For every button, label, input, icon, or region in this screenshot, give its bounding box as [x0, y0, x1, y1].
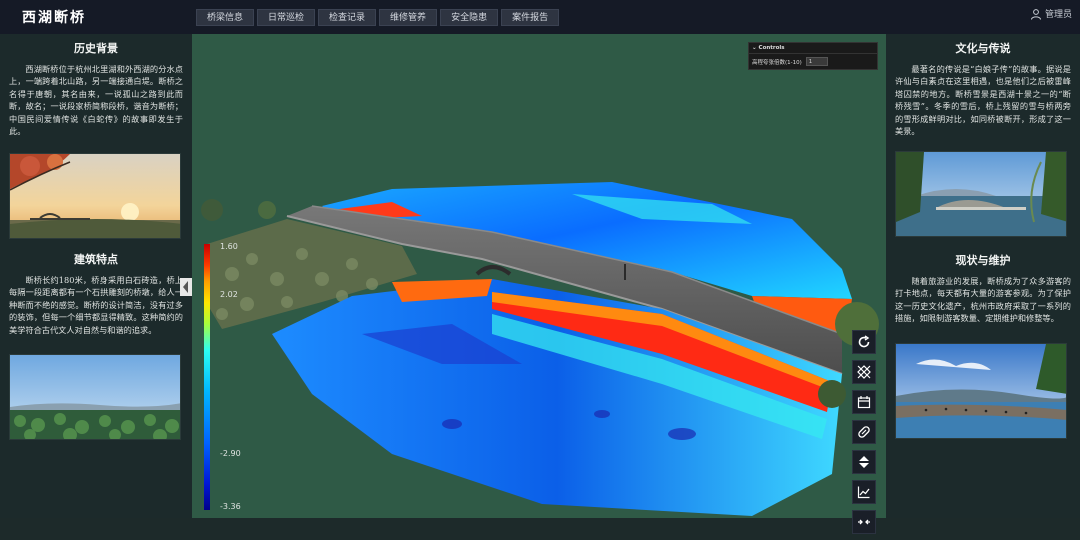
history-text: 西湖断桥位于杭州北里湖和外西湖的分水点上，一端跨着北山路，另一端接通白堤。断桥之…: [9, 64, 183, 137]
elevation-colorbar: [204, 244, 210, 510]
compress-button[interactable]: [852, 510, 876, 534]
collapse-left-arrow-icon[interactable]: [180, 278, 192, 296]
user-menu[interactable]: 管理员: [1030, 7, 1072, 20]
feature-photo: [9, 354, 181, 440]
status-text: 随着旅游业的发展，断桥成为了众多游客的打卡地点，每天都有大量的游客参观。为了保护…: [895, 276, 1071, 324]
culture-photo: [895, 151, 1067, 237]
nav-case-reports[interactable]: 案件报告: [501, 9, 560, 26]
nav-check-records[interactable]: 检查记录: [318, 9, 377, 26]
elevation-exaggeration-label: 高程夸张倍数(1-10): [752, 59, 802, 66]
chart-icon: [857, 486, 870, 499]
chart-button[interactable]: [852, 480, 876, 504]
controls-header[interactable]: ⌄ Controls: [749, 43, 877, 54]
vertical-resize-button[interactable]: [852, 450, 876, 474]
status-photo: [895, 343, 1067, 439]
ruler-icon: [858, 426, 870, 438]
vertical-resize-icon: [859, 456, 869, 468]
measure-button[interactable]: [852, 420, 876, 444]
rotate-button[interactable]: [852, 330, 876, 354]
3d-viewer[interactable]: [192, 34, 886, 518]
rotate-icon: [858, 335, 870, 348]
colorbar-label-min: -3.36: [220, 502, 241, 511]
nav-maintenance[interactable]: 维修管养: [379, 9, 438, 26]
controls-panel: ⌄ Controls 高程夸张倍数(1-10) 1: [748, 42, 878, 70]
main-nav: 桥梁信息 日常巡检 检查记录 维修管养 安全隐患 案件报告: [196, 9, 560, 26]
culture-title: 文化与传说: [955, 42, 1011, 55]
user-name: 管理员: [1044, 10, 1072, 20]
viewer-toolbar: [852, 330, 878, 540]
calendar-icon: [857, 396, 871, 409]
top-bar: 西湖断桥 桥梁信息 日常巡检 检查记录 维修管养 安全隐患 案件报告 管理员: [0, 0, 1080, 34]
colorbar-label-3: -2.90: [220, 449, 241, 458]
status-title: 现状与维护: [955, 254, 1011, 267]
nav-daily-inspection[interactable]: 日常巡检: [257, 9, 316, 26]
colorbar-label-max: 1.60: [220, 242, 238, 251]
user-icon: [1030, 8, 1041, 20]
colorbar-label-2: 2.02: [220, 290, 238, 299]
controls-title: Controls: [758, 45, 785, 51]
calendar-button[interactable]: [852, 390, 876, 414]
history-title: 历史背景: [74, 42, 118, 55]
left-info-panel: 历史背景 西湖断桥位于杭州北里湖和外西湖的分水点上，一端跨着北山路，另一端接通白…: [0, 34, 192, 518]
right-info-panel: 文化与传说 最著名的传说是“白娘子传”的故事。据说是许仙与白素贞在这里相遇，也是…: [886, 34, 1080, 518]
feature-title: 建筑特点: [74, 253, 118, 266]
elevation-exaggeration-input[interactable]: 1: [805, 57, 828, 66]
grid-button[interactable]: [852, 360, 876, 384]
app-title: 西湖断桥: [22, 10, 86, 26]
history-photo: [9, 153, 181, 239]
feature-text: 断桥长约180米，桥身采用白石砖造，桥上每隔一段距离都有一个石拱雕刻的桥墩，给人…: [9, 275, 183, 335]
nav-safety-hazards[interactable]: 安全隐患: [440, 9, 499, 26]
nav-bridge-info[interactable]: 桥梁信息: [196, 9, 255, 26]
culture-text: 最著名的传说是“白娘子传”的故事。据说是许仙与白素贞在这里相遇，也是他们之后被雷…: [895, 64, 1071, 137]
grid-icon: [857, 365, 871, 379]
compress-icon: [858, 519, 870, 525]
